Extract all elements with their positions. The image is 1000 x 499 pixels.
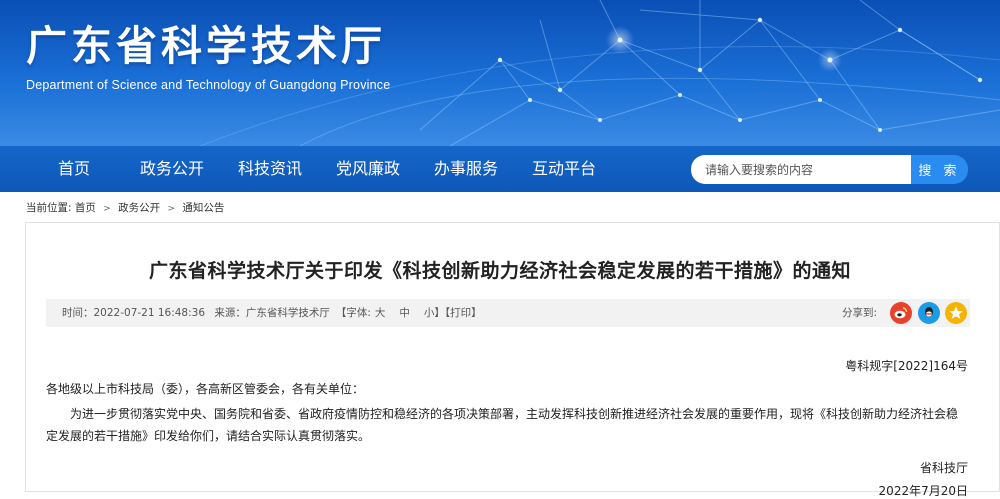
document-number: 粤科规字[2022]164号 (845, 359, 968, 373)
site-title: 广东省科学技术厅 (26, 22, 386, 70)
breadcrumb-home[interactable]: 首页 (75, 202, 96, 214)
chevron-right-icon: > (103, 204, 111, 214)
font-size-label: 【字体: (335, 307, 371, 319)
site-banner: 广东省科学技术厅 Department of Science and Techn… (0, 0, 1000, 146)
search-input[interactable] (691, 155, 911, 184)
article-title: 广东省科学技术厅关于印发《科技创新助力经济社会稳定发展的若干措施》的通知 (148, 260, 851, 282)
nav-item-government-affairs[interactable]: 政务公开 (132, 146, 212, 192)
article-source: 来源：广东省科学技术厅 (214, 307, 330, 319)
breadcrumb-notices[interactable]: 通知公告 (182, 202, 224, 214)
publish-time: 时间：2022-07-21 16:48:36 (62, 307, 206, 319)
chevron-right-icon: > (167, 204, 176, 214)
nav-item-home[interactable]: 首页 (40, 146, 108, 192)
article-salutation: 各地级以上市科技局（委），各高新区管委会，各有关单位： (46, 382, 365, 396)
breadcrumb-label: 当前位置: (26, 202, 72, 214)
qq-icon[interactable] (918, 302, 940, 324)
nav-item-party-integrity[interactable]: 党风廉政 (328, 146, 408, 192)
font-size-medium-button[interactable]: 中 (399, 307, 410, 319)
article-paragraph: 为进一步贯彻落实党中央、国务院和省委、省政府疫情防控和稳经济的各项决策部署，主动… (46, 407, 959, 443)
breadcrumb-government-affairs[interactable]: 政务公开 (118, 202, 160, 214)
search-button[interactable]: 搜 索 (911, 155, 968, 184)
font-size-close: 】 (434, 307, 445, 319)
print-button[interactable]: 【打印】 (445, 307, 482, 319)
article-meta: 时间：2022-07-21 16:48:36 来源：广东省科学技术厅 【字体: 大 中… (62, 299, 486, 327)
font-size-small-button[interactable]: 小 (424, 307, 435, 319)
share-label: 分享到: (842, 307, 878, 319)
nav-item-interaction[interactable]: 互动平台 (524, 146, 604, 192)
qzone-icon[interactable] (945, 302, 967, 324)
breadcrumb: 当前位置: 首页 > 政务公开 > 通知公告 (26, 200, 224, 216)
nav-item-tech-news[interactable]: 科技资讯 (230, 146, 310, 192)
nav-item-services[interactable]: 办事服务 (426, 146, 506, 192)
site-subtitle: Department of Science and Technology of … (26, 78, 391, 92)
article-signature: 省科技厅 (919, 461, 968, 475)
weibo-icon[interactable] (890, 302, 912, 324)
article-date: 2022年7月20日 (878, 484, 968, 498)
font-size-large-button[interactable]: 大 (375, 307, 386, 319)
